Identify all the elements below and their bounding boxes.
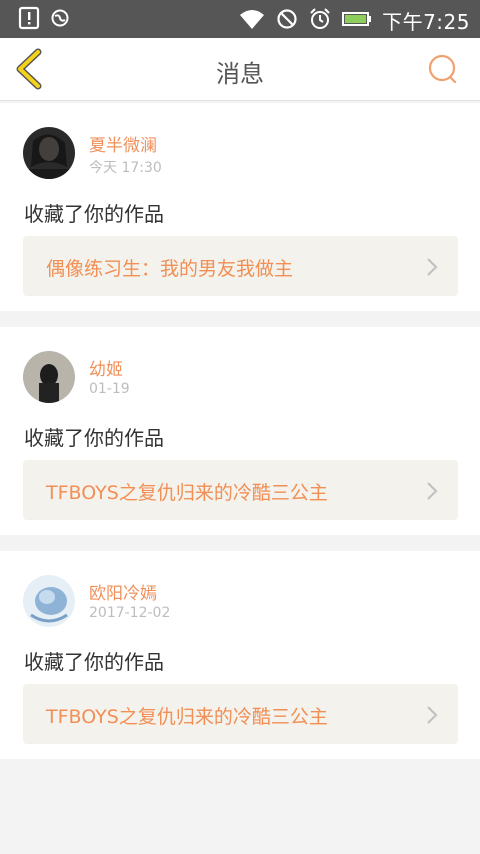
alert-icon xyxy=(18,6,40,34)
globe-icon xyxy=(50,8,70,32)
search-button[interactable] xyxy=(426,52,460,86)
alarm-icon xyxy=(308,7,332,35)
status-left-icons xyxy=(18,6,70,34)
message-time: 今天 17:30 xyxy=(89,160,162,176)
chevron-right-icon xyxy=(427,706,438,724)
chevron-right-icon xyxy=(427,482,438,500)
work-link[interactable]: TFBOYS之复仇归来的冷酷三公主 xyxy=(23,684,458,744)
message-card: 幼姬 01-19 收藏了你的作品 TFBOYS之复仇归来的冷酷三公主 xyxy=(0,327,480,535)
message-card: 夏半微澜 今天 17:30 收藏了你的作品 偶像练习生：我的男友我做主 xyxy=(0,103,480,311)
action-text: 收藏了你的作品 xyxy=(24,426,164,450)
avatar-image xyxy=(23,351,75,403)
status-bar: 下午7:25 xyxy=(0,0,480,38)
work-title: TFBOYS之复仇归来的冷酷三公主 xyxy=(46,482,328,504)
avatar[interactable] xyxy=(23,127,75,179)
work-title: 偶像练习生：我的男友我做主 xyxy=(46,258,294,280)
avatar[interactable] xyxy=(23,351,75,403)
avatar[interactable] xyxy=(23,575,75,627)
action-text: 收藏了你的作品 xyxy=(24,650,164,674)
message-time: 2017-12-02 xyxy=(89,605,171,621)
status-right-icons: 下午7:25 xyxy=(238,6,470,35)
user-name[interactable]: 夏半微澜 xyxy=(89,131,157,156)
work-link[interactable]: 偶像练习生：我的男友我做主 xyxy=(23,236,458,296)
avatar-image xyxy=(23,127,75,179)
app-header: 消息 xyxy=(0,38,480,101)
clock-time: 下午7:25 xyxy=(382,10,470,34)
avatar-image xyxy=(23,575,75,627)
message-card: 欧阳冷嫣 2017-12-02 收藏了你的作品 TFBOYS之复仇归来的冷酷三公… xyxy=(0,551,480,759)
action-text: 收藏了你的作品 xyxy=(24,202,164,226)
wifi-icon xyxy=(238,7,266,35)
work-link[interactable]: TFBOYS之复仇归来的冷酷三公主 xyxy=(23,460,458,520)
search-icon xyxy=(428,54,457,84)
user-name[interactable]: 欧阳冷嫣 xyxy=(89,579,157,604)
message-time: 01-19 xyxy=(89,381,130,397)
do-not-disturb-icon xyxy=(276,8,298,34)
work-title: TFBOYS之复仇归来的冷酷三公主 xyxy=(46,706,328,728)
page-title: 消息 xyxy=(216,60,264,88)
chevron-right-icon xyxy=(427,258,438,276)
user-name[interactable]: 幼姬 xyxy=(89,355,123,380)
battery-icon xyxy=(342,11,372,31)
